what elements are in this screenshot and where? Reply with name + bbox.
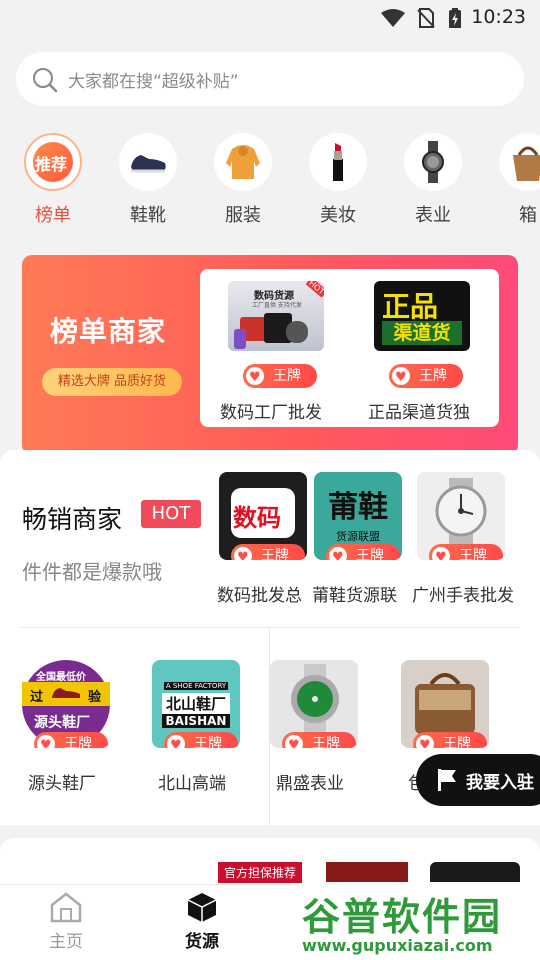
merchant-name: 源头鞋厂 xyxy=(28,774,96,794)
hoodie-icon xyxy=(214,133,272,191)
battery-charging-icon xyxy=(449,8,461,28)
join-label: 我要入驻 xyxy=(466,773,534,793)
category-clothing[interactable]: 服装 xyxy=(210,133,276,227)
hot-badge: HOT xyxy=(141,500,201,528)
merchant-card[interactable]: A SHOE FACTORY 北山鞋厂 BAISHAN 王牌 xyxy=(152,660,240,748)
search-placeholder: 大家都在搜“超级补贴” xyxy=(68,72,239,92)
merchant-card[interactable]: 莆鞋 货源联盟 王牌 xyxy=(314,472,402,560)
ace-badge: 王牌 xyxy=(413,732,487,748)
divider xyxy=(20,627,520,628)
thumbnail xyxy=(430,862,520,882)
merchant-thumbnail: 正品 渠道货 xyxy=(374,281,470,351)
heart-icon xyxy=(416,734,434,748)
ace-badge: 王牌 xyxy=(282,732,356,748)
watch-icon xyxy=(435,478,487,544)
watermark: 谷普软件园 www.gupuxiazai.com xyxy=(294,884,540,960)
category-label: 箱 xyxy=(519,205,537,226)
merchant-name: 鼎盛表业 xyxy=(276,774,344,794)
ace-badge: 王牌 xyxy=(231,544,305,560)
merchant-card[interactable]: 数码货源 工厂直供 支持代发 HOT 王牌 xyxy=(228,281,324,390)
ace-badge: 王牌 xyxy=(243,364,317,390)
section-subtitle: 件件都是爆款哦 xyxy=(22,560,162,584)
bag-icon xyxy=(499,133,540,191)
watermark-title: 谷普软件园 xyxy=(302,895,503,939)
ace-badge: 王牌 xyxy=(34,732,108,748)
nav-source[interactable]: 货源 xyxy=(166,891,238,957)
recommend-badge-icon: 推荐 xyxy=(24,133,82,191)
home-icon xyxy=(50,892,82,923)
merchant-card[interactable]: 王牌 xyxy=(270,660,358,748)
merchant-name: 数码批发总 xyxy=(217,586,302,606)
clock: 10:23 xyxy=(471,6,526,28)
ranking-banner[interactable]: 榜单商家 精选大牌 品质好货 数码货源 工厂直供 支持代发 HOT 王牌 数码工… xyxy=(22,255,518,455)
ace-badge: 王牌 xyxy=(326,544,400,560)
sneaker-icon xyxy=(52,688,80,698)
category-watches[interactable]: 表业 xyxy=(400,133,466,227)
thumbnail xyxy=(326,862,408,882)
merchant-name: 正品渠道货独 xyxy=(368,403,470,423)
merchant-card[interactable]: 数码 王牌 xyxy=(219,472,307,560)
guarantee-tag: 官方担保推荐 xyxy=(218,862,303,883)
wifi-icon xyxy=(381,9,405,27)
nav-label: 货源 xyxy=(185,932,219,952)
sneaker-icon xyxy=(119,133,177,191)
heart-icon xyxy=(392,366,410,390)
status-bar: 10:23 xyxy=(0,0,540,36)
ace-badge: 王牌 xyxy=(429,544,503,560)
no-sim-icon xyxy=(417,8,435,28)
merchant-name: 莆鞋货源联 xyxy=(312,586,397,606)
heart-icon xyxy=(167,734,185,748)
merchant-name: 广州手表批发 xyxy=(412,586,514,606)
category-makeup[interactable]: 美妆 xyxy=(305,133,371,227)
ace-badge: 王牌 xyxy=(389,364,463,390)
category-label: 表业 xyxy=(415,205,451,226)
merchant-card[interactable]: 王牌 xyxy=(417,472,505,560)
join-button[interactable]: 我要入驻 xyxy=(416,754,540,806)
category-label: 服装 xyxy=(225,205,261,226)
merchant-card[interactable]: 王牌 xyxy=(401,660,489,748)
banner-card: 数码货源 工厂直供 支持代发 HOT 王牌 数码工厂批发 正品 渠道货 王牌 正… xyxy=(200,269,499,427)
ace-badge: 王牌 xyxy=(164,732,238,748)
search-bar[interactable]: 大家都在搜“超级补贴” xyxy=(16,52,524,106)
merchant-card[interactable]: 正品 渠道货 王牌 xyxy=(374,281,470,390)
merchant-name: 北山高端 xyxy=(158,774,226,794)
box-icon xyxy=(187,893,217,922)
heart-icon xyxy=(432,546,450,560)
category-label: 鞋靴 xyxy=(130,205,166,226)
banner-title: 榜单商家 xyxy=(50,315,167,348)
merchant-name: 数码工厂批发 xyxy=(220,403,322,423)
category-bags[interactable]: 箱 xyxy=(495,133,540,227)
flag-icon xyxy=(438,769,456,791)
merchant-card[interactable]: 全国最低价 过 验 源头鞋厂 王牌 xyxy=(22,660,110,748)
watermark-url: www.gupuxiazai.com xyxy=(302,936,493,955)
heart-icon xyxy=(37,734,55,748)
heart-icon xyxy=(246,366,264,390)
search-icon xyxy=(33,68,58,93)
bag-icon xyxy=(415,673,475,734)
heart-icon xyxy=(285,734,303,748)
category-label: 榜单 xyxy=(35,205,71,226)
merchant-thumbnail: 数码货源 工厂直供 支持代发 HOT xyxy=(228,281,324,351)
nav-label: 主页 xyxy=(49,932,83,952)
category-label: 美妆 xyxy=(320,205,356,226)
heart-icon xyxy=(234,546,252,560)
lipstick-icon xyxy=(309,133,367,191)
watch-icon xyxy=(404,133,462,191)
watch-icon xyxy=(291,664,339,734)
heart-icon xyxy=(329,546,347,560)
section-title: 畅销商家 xyxy=(22,505,123,534)
nav-home[interactable]: 主页 xyxy=(30,891,102,957)
category-shoes[interactable]: 鞋靴 xyxy=(115,133,181,227)
banner-pill: 精选大牌 品质好货 xyxy=(42,368,182,396)
category-ranking[interactable]: 推荐 榜单 xyxy=(20,133,86,227)
